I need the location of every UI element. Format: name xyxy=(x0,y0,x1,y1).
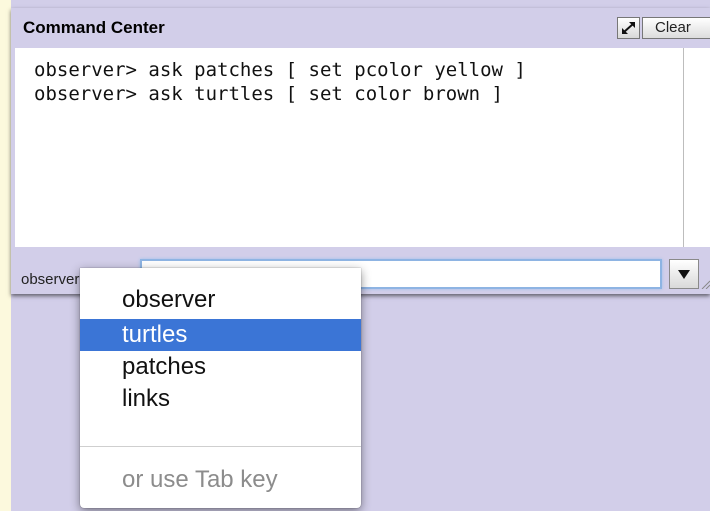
agent-type-menu: observer turtles patches links or use Ta… xyxy=(80,268,361,508)
agent-selector[interactable]: observer> xyxy=(21,271,88,288)
command-center-header: Command Center Clear xyxy=(11,8,710,48)
menu-item-links[interactable]: links xyxy=(80,383,361,415)
history-line: observer> ask turtles [ set color brown … xyxy=(34,83,503,105)
expand-arrows-icon xyxy=(622,22,635,34)
resize-grip-icon[interactable] xyxy=(701,280,710,289)
history-scrollbar[interactable] xyxy=(683,48,710,247)
expand-button[interactable] xyxy=(617,17,640,39)
menu-separator xyxy=(80,446,361,447)
triangle-down-icon xyxy=(678,270,690,279)
menu-item-observer[interactable]: observer xyxy=(80,284,361,316)
command-center-panel: Command Center Clear observer> ask patch… xyxy=(11,8,710,294)
history-dropdown-button[interactable] xyxy=(669,259,699,289)
command-center-title: Command Center xyxy=(23,18,165,37)
menu-hint: or use Tab key xyxy=(122,466,278,493)
history-line: observer> ask patches [ set pcolor yello… xyxy=(34,59,526,81)
menu-item-patches[interactable]: patches xyxy=(80,351,361,383)
clear-button[interactable]: Clear xyxy=(642,17,710,39)
command-history-output[interactable]: observer> ask patches [ set pcolor yello… xyxy=(15,48,683,247)
menu-item-turtles[interactable]: turtles xyxy=(80,319,361,351)
